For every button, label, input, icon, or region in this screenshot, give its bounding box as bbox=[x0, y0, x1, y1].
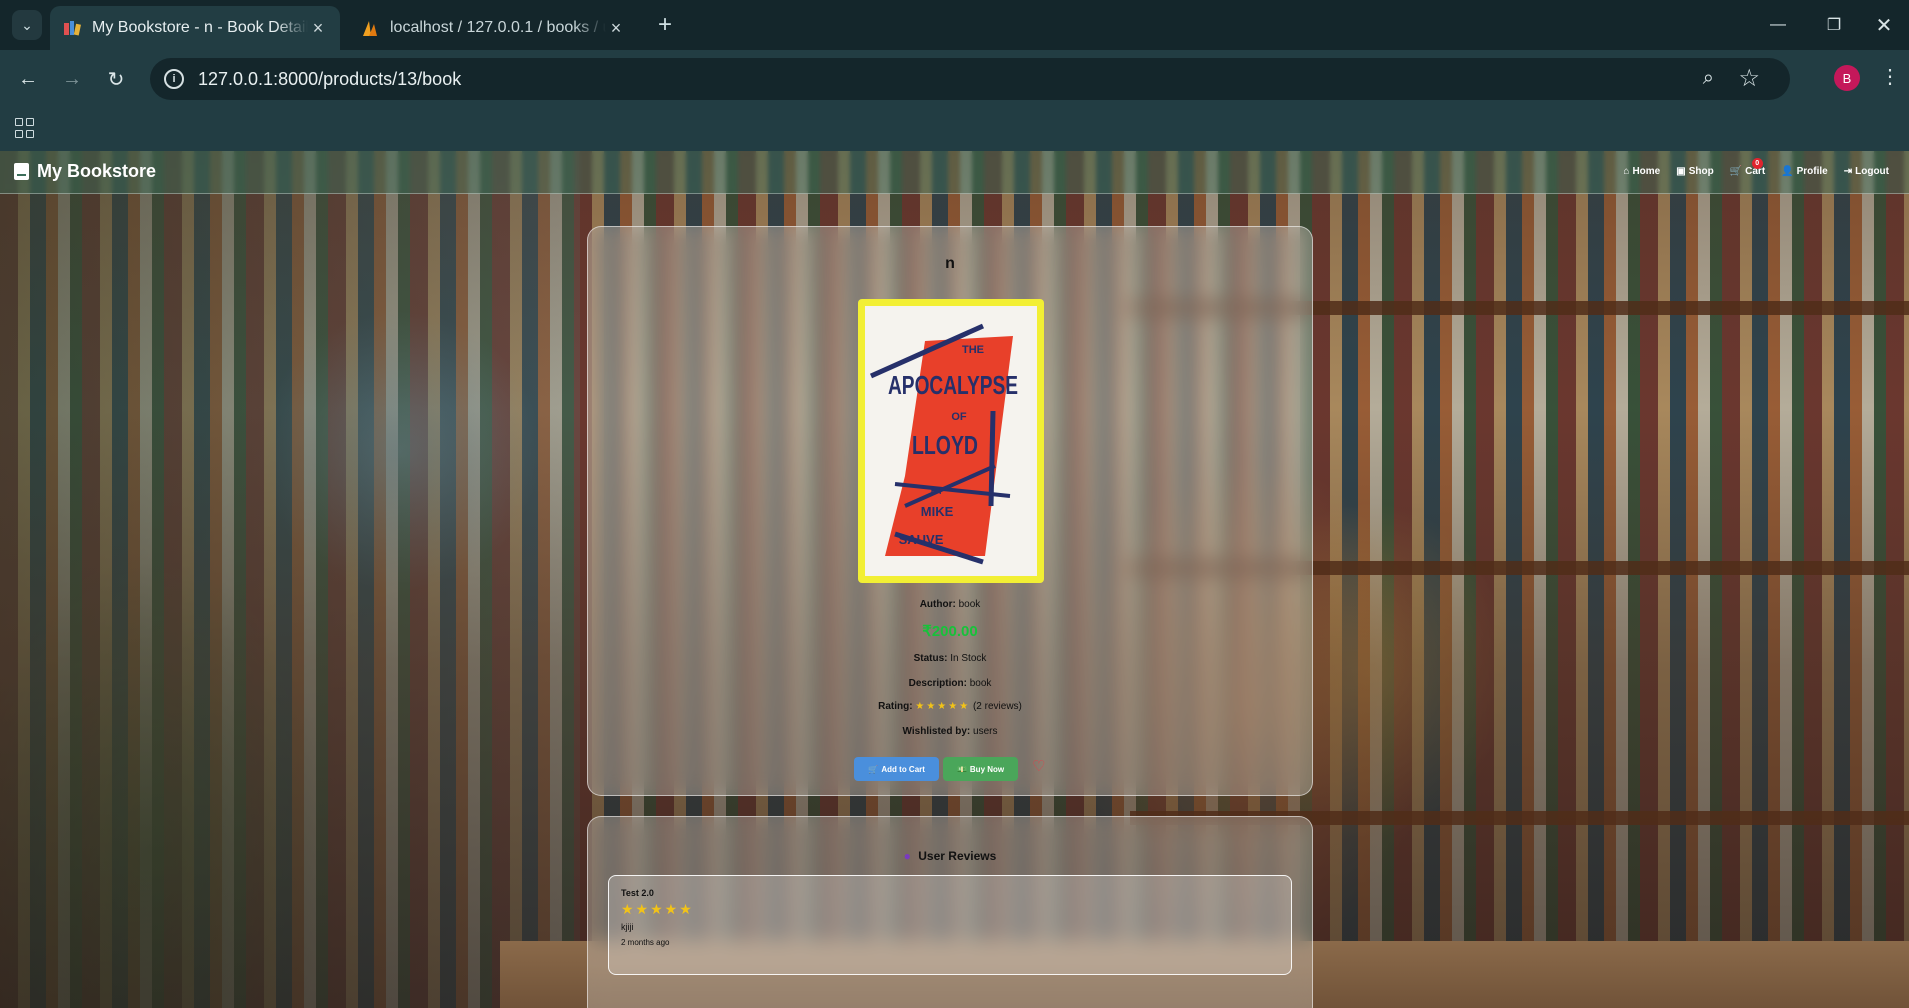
home-icon: ⌂ bbox=[1623, 166, 1630, 177]
nav-home-link[interactable]: ⌂ Home bbox=[1623, 166, 1660, 177]
site-brand[interactable]: My Bookstore bbox=[14, 161, 156, 182]
cover-text-apocalypse: APOCALYPSE bbox=[888, 370, 1018, 400]
author-value: book bbox=[958, 599, 981, 610]
author-label: Author: bbox=[919, 599, 956, 610]
apps-grid-icon[interactable] bbox=[15, 118, 35, 138]
speech-bubble-icon: ● bbox=[903, 849, 911, 863]
nav-profile-label: Profile bbox=[1796, 166, 1828, 177]
new-tab-plus-icon[interactable]: + bbox=[650, 10, 680, 40]
rating-label: Rating: bbox=[878, 701, 913, 712]
description-row: Description: book bbox=[588, 678, 1312, 689]
product-title: n bbox=[945, 255, 955, 272]
reload-icon[interactable]: ↻ bbox=[100, 63, 132, 95]
forward-arrow-icon[interactable]: → bbox=[56, 63, 88, 95]
cover-text-sauve: SAUVE bbox=[899, 532, 944, 547]
buy-now-label: Buy Now bbox=[969, 764, 1005, 774]
bookmarks-bar bbox=[0, 108, 1909, 151]
wishlist-heart-icon[interactable]: ♡ bbox=[1032, 757, 1045, 775]
cart-icon: 🛒 bbox=[868, 764, 879, 774]
browser-menu-icon[interactable]: ⋮ bbox=[1880, 64, 1900, 89]
status-row: Status: In Stock bbox=[588, 653, 1312, 664]
rating-stars-icon: ★★★★★ bbox=[915, 701, 971, 712]
nav-shop-link[interactable]: ▣ Shop bbox=[1676, 166, 1713, 177]
tab-search-button[interactable]: ⌄ bbox=[12, 10, 42, 40]
nav-home-label: Home bbox=[1632, 166, 1661, 177]
profile-avatar[interactable]: B bbox=[1834, 65, 1860, 91]
nav-links: ⌂ Home ▣ Shop 🛒 Cart 0 👤 Profile ⇥ Logou… bbox=[1623, 158, 1889, 177]
product-price: ₹200.00 bbox=[922, 623, 978, 640]
wishlisted-label: Wishlisted by: bbox=[902, 726, 971, 737]
review-author: Test 2.0 bbox=[621, 888, 654, 898]
browser-tabstrip: ⌄ My Bookstore - n - Book Details × loca… bbox=[0, 0, 1909, 50]
user-icon: 👤 bbox=[1781, 166, 1794, 177]
bookmark-star-icon[interactable]: ☆ bbox=[1738, 64, 1760, 93]
wishlisted-value: users bbox=[973, 726, 998, 737]
logout-icon: ⇥ bbox=[1843, 166, 1853, 177]
status-label: Status: bbox=[913, 653, 948, 664]
nav-logout-label: Logout bbox=[1855, 166, 1889, 177]
cover-text-the: THE bbox=[962, 344, 984, 356]
cover-text-of: OF bbox=[951, 411, 967, 423]
cart-icon: 🛒 bbox=[1729, 166, 1743, 177]
add-to-cart-label: Add to Cart bbox=[881, 764, 925, 774]
add-to-cart-button[interactable]: 🛒 Add to Cart bbox=[854, 757, 939, 781]
tab-phpmyadmin[interactable]: localhost / 127.0.0.1 / books / users × bbox=[348, 6, 638, 50]
rating-row: Rating: ★★★★★ (2 reviews) bbox=[588, 701, 1312, 712]
reviews-heading-text: User Reviews bbox=[918, 849, 997, 863]
author-row: Author: book bbox=[588, 599, 1312, 610]
browser-toolbar: ← → ↻ i 127.0.0.1:8000/products/13/book … bbox=[0, 50, 1909, 108]
phpmyadmin-favicon-icon bbox=[363, 21, 377, 36]
address-bar[interactable]: i 127.0.0.1:8000/products/13/book ⌕ ☆ bbox=[150, 58, 1790, 100]
nav-profile-link[interactable]: 👤 Profile bbox=[1781, 166, 1828, 177]
money-icon: 💵 bbox=[956, 764, 967, 774]
restore-icon[interactable]: ❐ bbox=[1814, 8, 1854, 42]
close-tab-icon[interactable]: × bbox=[606, 18, 626, 39]
minimize-icon[interactable]: — bbox=[1758, 8, 1798, 42]
cart-count-badge: 0 bbox=[1751, 158, 1763, 169]
site-info-icon[interactable]: i bbox=[164, 69, 184, 89]
status-value: In Stock bbox=[950, 653, 987, 664]
close-tab-icon[interactable]: × bbox=[308, 18, 328, 39]
url-text[interactable]: 127.0.0.1:8000/products/13/book bbox=[198, 69, 461, 90]
site-navbar: My Bookstore ⌂ Home ▣ Shop 🛒 Cart 0 👤 Pr… bbox=[0, 151, 1909, 194]
review-date: 2 months ago bbox=[621, 938, 670, 947]
reviews-card: ● User Reviews Test 2.0 ★★★★★ kjiji 2 mo… bbox=[587, 816, 1313, 1008]
product-actions: 🛒 Add to Cart 💵 Buy Now ♡ bbox=[588, 757, 1312, 781]
book-cover-image: THE APOCALYPSE OF LLOYD BY MIKE SAUVE bbox=[858, 299, 1044, 583]
wishlisted-row: Wishlisted by: users bbox=[588, 726, 1312, 737]
tab-bookstore[interactable]: My Bookstore - n - Book Details × bbox=[50, 6, 340, 50]
page-viewport: My Bookstore ⌂ Home ▣ Shop 🛒 Cart 0 👤 Pr… bbox=[0, 151, 1909, 1008]
book-cover-art: THE APOCALYPSE OF LLOYD BY MIKE SAUVE bbox=[865, 306, 1037, 576]
reviews-heading: ● User Reviews bbox=[588, 849, 1312, 863]
review-item: Test 2.0 ★★★★★ kjiji 2 months ago bbox=[608, 875, 1292, 975]
nav-logout-link[interactable]: ⇥ Logout bbox=[1844, 166, 1889, 177]
brand-name: My Bookstore bbox=[37, 161, 157, 181]
description-label: Description: bbox=[908, 678, 967, 689]
back-arrow-icon[interactable]: ← bbox=[12, 63, 44, 95]
book-icon bbox=[14, 163, 29, 180]
cover-text-by: BY bbox=[931, 486, 944, 496]
description-value: book bbox=[969, 678, 992, 689]
review-stars-icon: ★★★★★ bbox=[621, 901, 694, 917]
books-favicon-icon bbox=[64, 21, 81, 36]
product-card: n THE APOCALYPSE OF LLOYD BY MIKE SAUVE … bbox=[587, 226, 1313, 796]
close-window-icon[interactable]: ✕ bbox=[1864, 8, 1904, 42]
cover-text-mike: MIKE bbox=[921, 504, 954, 519]
tab-title: My Bookstore - n - Book Details bbox=[92, 19, 308, 36]
cover-text-lloyd: LLOYD bbox=[912, 430, 978, 460]
nav-shop-label: Shop bbox=[1688, 166, 1714, 177]
store-icon: ▣ bbox=[1676, 166, 1686, 177]
tab-title: localhost / 127.0.0.1 / books / users bbox=[390, 19, 606, 36]
buy-now-button[interactable]: 💵 Buy Now bbox=[942, 757, 1019, 781]
zoom-icon[interactable]: ⌕ bbox=[1703, 67, 1714, 90]
reviews-count: (2 reviews) bbox=[972, 701, 1022, 712]
nav-cart-link[interactable]: 🛒 Cart 0 bbox=[1729, 158, 1765, 177]
review-text: kjiji bbox=[621, 922, 634, 932]
